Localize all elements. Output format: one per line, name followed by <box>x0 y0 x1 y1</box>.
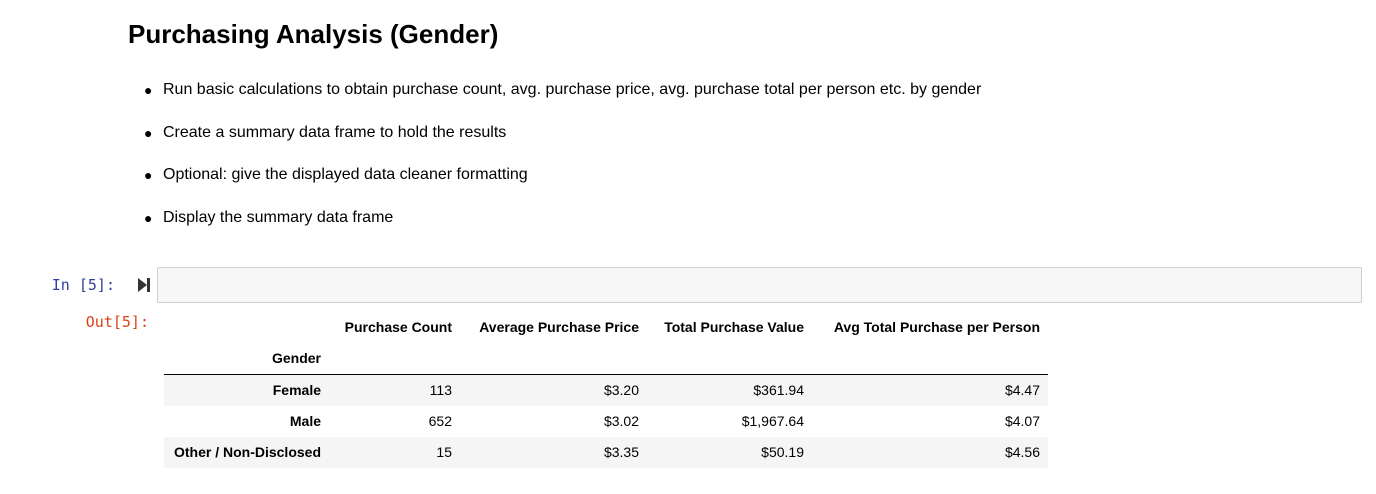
table-row: Female 113 $3.20 $361.94 $4.47 <box>164 374 1048 406</box>
bullet-dot-icon: ● <box>144 167 153 183</box>
row-index-label: Other / Non-Disclosed <box>173 444 321 460</box>
list-item: ● Optional: give the displayed data clean… <box>144 163 981 187</box>
bullet-dot-icon: ● <box>144 82 153 98</box>
table-cell: $3.02 <box>603 413 639 429</box>
column-header-row: Purchase Count Average Purchase Price To… <box>164 312 1048 343</box>
column-header: Purchase Count <box>344 319 452 335</box>
table-cell: $4.56 <box>1004 444 1040 460</box>
table-cell: $361.94 <box>753 382 804 398</box>
blank-header-cell <box>460 343 647 375</box>
section-heading: Purchasing Analysis (Gender) <box>128 19 499 49</box>
instruction-list: ● Run basic calculations to obtain purcha… <box>144 78 981 248</box>
table-row: Male 652 $3.02 $1,967.64 $4.07 <box>164 406 1048 437</box>
bullet-dot-icon: ● <box>144 124 153 141</box>
list-item: ● Display the summary data frame <box>144 206 981 230</box>
column-header: Avg Total Purchase per Person <box>833 319 1040 335</box>
list-item: ● Run basic calculations to obtain purcha… <box>144 78 981 102</box>
table-cell: 15 <box>436 444 452 460</box>
blank-header-cell <box>647 343 812 375</box>
blank-header-cell <box>329 343 460 375</box>
table-cell: $1,967.64 <box>741 413 804 429</box>
table-cell: $4.47 <box>1004 382 1040 398</box>
column-header: Average Purchase Price <box>479 319 639 335</box>
table-cell: 113 <box>429 382 452 398</box>
output-prompt: Out[5]: <box>85 313 149 331</box>
blank-header-cell <box>164 312 329 343</box>
table-row: Other / Non-Disclosed 15 $3.35 $50.19 $4… <box>164 437 1048 468</box>
blank-header-cell <box>812 343 1048 375</box>
bullet-dot-icon: ● <box>144 209 153 226</box>
list-item-text: Display the summary data frame <box>163 208 394 226</box>
step-forward-icon <box>138 278 150 292</box>
list-item-text: Optional: give the displayed data cleane… <box>163 166 528 183</box>
dataframe-output: Purchase Count Average Purchase Price To… <box>164 312 1048 468</box>
table-cell: $3.20 <box>603 382 639 398</box>
list-item: ● Create a summary data frame to hold the… <box>144 121 981 145</box>
markdown-cell: Purchasing Analysis (Gender) ● Run basic … <box>128 14 1358 226</box>
list-item-text: Run basic calculations to obtain purchas… <box>163 81 982 98</box>
table-cell: 652 <box>428 413 452 429</box>
list-item-text: Create a summary data frame to hold the … <box>163 123 507 141</box>
code-input-area[interactable] <box>157 267 1362 303</box>
index-name-row: Gender <box>164 343 1048 375</box>
index-name-header: Gender <box>164 343 329 375</box>
table-cell: $4.07 <box>1004 413 1040 429</box>
column-header: Total Purchase Value <box>664 319 804 335</box>
table-cell: $50.19 <box>761 444 804 460</box>
table-cell: $3.35 <box>603 444 639 460</box>
row-index-label: Female <box>272 382 321 398</box>
input-prompt: In [5]: <box>51 276 115 294</box>
run-cell-button[interactable] <box>136 276 152 294</box>
row-index-label: Male <box>289 413 321 429</box>
summary-dataframe: Purchase Count Average Purchase Price To… <box>164 312 1048 468</box>
